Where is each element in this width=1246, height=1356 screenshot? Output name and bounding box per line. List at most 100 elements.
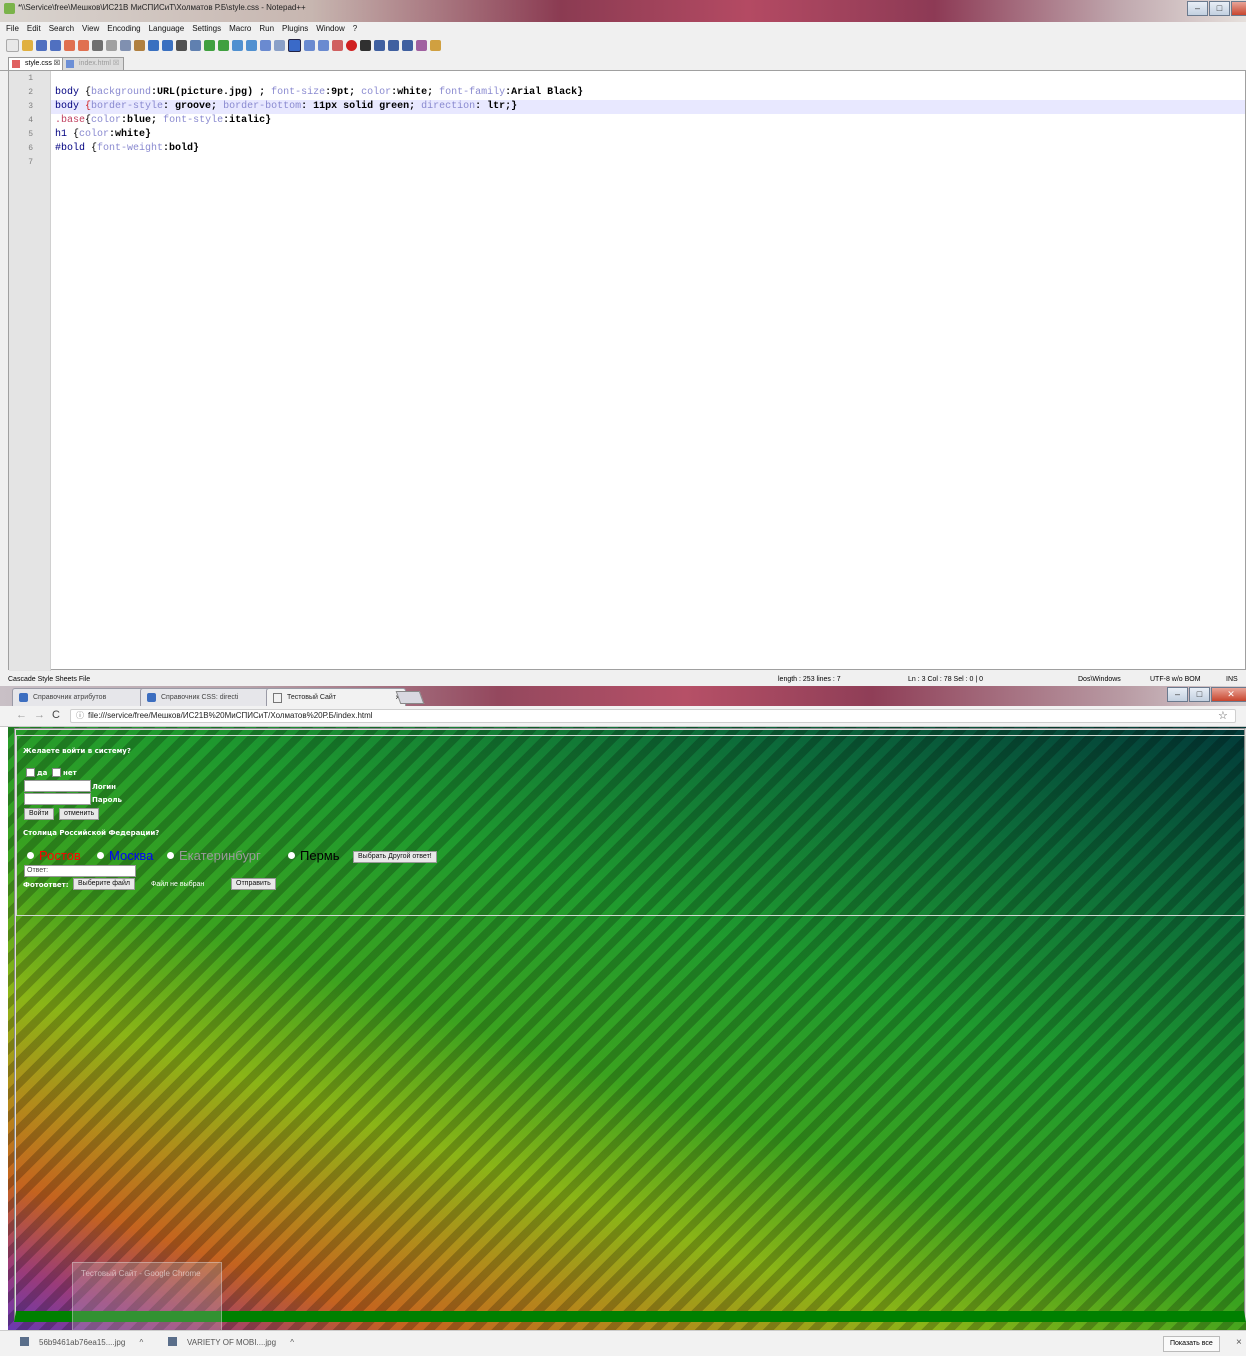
download-item-1[interactable]: 56b9461ab76ea15....jpg ^	[20, 1337, 143, 1347]
tab-label: style.css	[25, 60, 52, 67]
record-macro-icon[interactable]	[346, 39, 357, 51]
cut-icon[interactable]	[106, 39, 117, 51]
npp-toolbar	[0, 36, 1246, 54]
menu-language[interactable]: Language	[149, 22, 185, 36]
tab-attributes-reference[interactable]: Справочник атрибутов ×	[12, 688, 154, 706]
paste-icon[interactable]	[134, 39, 145, 51]
radio-icon[interactable]	[27, 852, 34, 859]
chevron-up-icon[interactable]: ^	[140, 1338, 144, 1347]
tab-test-site[interactable]: Тестовый Сайт ×	[266, 688, 406, 706]
maximize-icon[interactable]: □	[1189, 687, 1210, 702]
tab-label: index.html	[79, 60, 111, 67]
info-icon[interactable]: ⓘ	[76, 710, 84, 721]
indent-guide-icon[interactable]	[288, 38, 301, 52]
save-macro-icon[interactable]	[402, 39, 413, 51]
plugin-icon[interactable]	[430, 39, 441, 51]
line-number: 1	[28, 74, 33, 83]
reload-icon[interactable]: C	[52, 709, 60, 721]
other-answer-button[interactable]: Выбрать Другой ответ!	[353, 851, 437, 863]
city-label-perm: Пермь	[300, 848, 340, 863]
menu-run[interactable]: Run	[259, 22, 274, 36]
menu-macro[interactable]: Macro	[229, 22, 251, 36]
menu-view[interactable]: View	[82, 22, 99, 36]
answer-input[interactable]: Ответ:	[24, 865, 136, 877]
maximize-icon[interactable]: □	[1209, 1, 1230, 16]
menu-window[interactable]: Window	[316, 22, 344, 36]
show-all-downloads-button[interactable]: Показать все	[1163, 1336, 1220, 1352]
replace-icon[interactable]	[190, 39, 201, 51]
label-yes: да	[37, 769, 48, 777]
tab-css-direction[interactable]: Справочник CSS: directi ×	[140, 688, 280, 706]
open-file-icon[interactable]	[22, 39, 33, 51]
forward-icon[interactable]: →	[34, 709, 45, 721]
doc-map-icon[interactable]	[304, 39, 315, 51]
close-all-icon[interactable]	[78, 39, 89, 51]
checkbox-no[interactable]	[52, 768, 61, 777]
option-rostov[interactable]: Ростов	[27, 849, 81, 863]
radio-icon[interactable]	[97, 852, 104, 859]
stop-macro-icon[interactable]	[360, 39, 371, 51]
chrome-toolbar: ← → C ⓘ file:///service/free/Мешков/ИС21…	[0, 706, 1246, 727]
menu-plugins[interactable]: Plugins	[282, 22, 308, 36]
submit-button[interactable]: Отправить	[231, 878, 276, 890]
tab-close-icon[interactable]: ☒	[54, 60, 60, 67]
function-list-icon[interactable]	[318, 39, 329, 51]
play-macro-icon[interactable]	[374, 39, 385, 51]
option-perm[interactable]: Пермь	[288, 849, 340, 863]
option-moscow[interactable]: Москва	[97, 849, 153, 863]
close-icon[interactable]: ✕	[1211, 687, 1246, 702]
radio-icon[interactable]	[288, 852, 295, 859]
zoom-out-icon[interactable]	[218, 39, 229, 51]
zoom-in-icon[interactable]	[204, 39, 215, 51]
close-file-icon[interactable]	[64, 39, 75, 51]
cancel-button[interactable]: отменить	[59, 808, 100, 820]
checkbox-yes[interactable]	[26, 768, 35, 777]
menu-edit[interactable]: Edit	[27, 22, 41, 36]
show-all-chars-icon[interactable]	[274, 39, 285, 51]
menu-encoding[interactable]: Encoding	[107, 22, 140, 36]
close-icon[interactable]: ✕	[1231, 1, 1246, 16]
tab-close-icon[interactable]: ☒	[113, 60, 119, 67]
tab-index-html[interactable]: index.html ☒	[62, 57, 125, 70]
folder-workspace-icon[interactable]	[332, 39, 343, 51]
line-number: 3	[28, 102, 33, 111]
npp-window-title: *\\Service\free\Мешков\ИС21В МиСПИСиТ\Хо…	[18, 3, 306, 12]
minimize-icon[interactable]: –	[1187, 1, 1208, 16]
code-line-6: #bold {font-weight:bold}	[55, 143, 200, 154]
save-all-icon[interactable]	[50, 39, 61, 51]
chevron-up-icon[interactable]: ^	[290, 1338, 294, 1347]
password-input[interactable]	[24, 793, 91, 805]
copy-icon[interactable]	[120, 39, 131, 51]
menu-settings[interactable]: Settings	[192, 22, 221, 36]
redo-icon[interactable]	[162, 39, 173, 51]
menu-file[interactable]: File	[6, 22, 19, 36]
new-tab-button[interactable]	[395, 691, 425, 704]
minimize-icon[interactable]: –	[1167, 687, 1188, 702]
sync-horizontal-icon[interactable]	[246, 39, 257, 51]
save-icon[interactable]	[36, 39, 47, 51]
choose-file-button[interactable]: Выберите файл	[73, 878, 135, 890]
new-file-icon[interactable]	[6, 38, 19, 52]
close-download-bar-icon[interactable]: ×	[1236, 1337, 1242, 1348]
menu-help[interactable]: ?	[353, 22, 357, 36]
menu-search[interactable]: Search	[49, 22, 74, 36]
print-icon[interactable]	[92, 39, 103, 51]
spell-check-icon[interactable]	[416, 39, 427, 51]
login-input[interactable]	[24, 780, 91, 792]
undo-icon[interactable]	[148, 39, 159, 51]
play-multiple-icon[interactable]	[388, 39, 399, 51]
back-icon[interactable]: ←	[16, 709, 27, 721]
code-editor[interactable]: 1 2 3 4 5 6 7 body {background:URL(pictu…	[8, 70, 1246, 671]
bookmark-star-icon[interactable]: ☆	[1218, 709, 1228, 722]
line-number-gutter: 1 2 3 4 5 6 7	[9, 71, 51, 671]
radio-icon[interactable]	[167, 852, 174, 859]
option-ekaterinburg[interactable]: Екатеринбург	[167, 849, 261, 863]
label-password: Пароль	[92, 796, 122, 804]
login-button[interactable]: Войти	[24, 808, 54, 820]
download-item-2[interactable]: VARIETY OF MOBI....jpg ^	[168, 1337, 294, 1347]
find-icon[interactable]	[176, 39, 187, 51]
word-wrap-icon[interactable]	[260, 39, 271, 51]
sync-vertical-icon[interactable]	[232, 39, 243, 51]
npp-window-controls: – □ ✕	[1186, 1, 1246, 16]
tab-style-css[interactable]: style.css ☒	[8, 57, 66, 70]
